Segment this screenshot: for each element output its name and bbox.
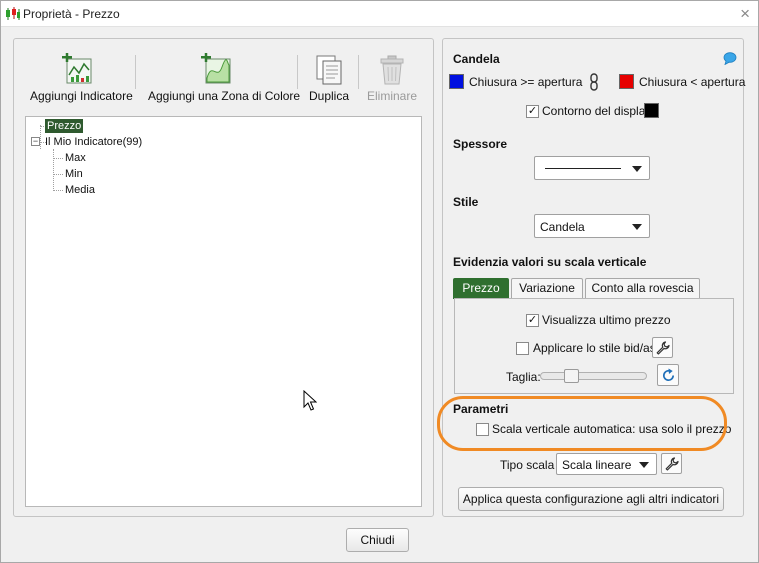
wrench-icon [665, 457, 679, 471]
show-last-price-label: Visualizza ultimo prezzo [542, 313, 671, 327]
size-label: Taglia: [506, 370, 541, 384]
scale-settings-button[interactable] [661, 453, 682, 474]
display-outline-checkbox[interactable]: ✓ [526, 105, 539, 118]
scale-type-value: Scala lineare [562, 458, 632, 472]
tree-connector [53, 149, 54, 191]
size-slider[interactable] [540, 369, 647, 383]
tree-item-max[interactable]: Max [65, 152, 86, 164]
outline-color-swatch[interactable] [644, 103, 659, 118]
show-last-price-checkbox[interactable]: ✓ [526, 314, 539, 327]
display-outline-label: Contorno del display [542, 104, 652, 118]
tree-item-average[interactable]: Media [65, 184, 95, 196]
add-indicator-icon [62, 53, 92, 84]
reset-size-button[interactable] [657, 364, 679, 386]
close-icon[interactable]: × [740, 4, 750, 24]
add-color-zone-icon [201, 53, 231, 84]
add-color-zone-label: Aggiungi una Zona di Colore [148, 89, 301, 103]
tab-change[interactable]: Variazione [511, 278, 583, 299]
style-dropdown-value: Candela [540, 220, 585, 234]
chevron-down-icon [639, 462, 649, 468]
tab-price[interactable]: Prezzo [453, 278, 509, 299]
tree-connector [53, 158, 63, 159]
wrench-icon [656, 341, 670, 355]
title-bar: Proprietà - Prezzo × [1, 1, 758, 27]
thickness-dropdown[interactable] [534, 156, 650, 180]
candlestick-app-icon [6, 7, 20, 20]
line-thickness-preview [545, 168, 621, 169]
add-indicator-label: Aggiungi Indicatore [30, 89, 133, 103]
link-chain-icon[interactable] [588, 73, 600, 91]
elements-tree: Prezzo − Il Mio Indicatore(99) Max Min M… [25, 116, 422, 507]
highlight-annotation-ring [437, 396, 727, 451]
add-indicator-button[interactable]: Aggiungi Indicatore [30, 39, 133, 105]
delete-label: Eliminare [366, 89, 417, 103]
style-dropdown[interactable]: Candela [534, 214, 650, 238]
duplicate-label: Duplica [308, 89, 350, 103]
thickness-section-title: Spessore [453, 137, 508, 151]
apply-to-other-indicators-button[interactable]: Applica questa configurazione agli altri… [458, 487, 724, 511]
mouse-pointer-icon [303, 390, 317, 411]
bid-ask-settings-button[interactable] [652, 337, 673, 358]
highlight-section-title: Evidenzia valori su scala verticale [453, 255, 647, 269]
scale-type-dropdown[interactable]: Scala lineare [556, 453, 657, 475]
tree-item-min[interactable]: Min [65, 168, 83, 180]
delete-button[interactable]: Eliminare [366, 39, 418, 105]
close-gte-open-color-swatch[interactable] [449, 74, 464, 89]
tree-item-indicator[interactable]: Il Mio Indicatore(99) [45, 136, 142, 148]
toolbar-separator [358, 55, 359, 89]
elements-panel: Aggiungi Indicatore Aggiungi una Zona di… [13, 38, 434, 517]
tree-connector [53, 190, 63, 191]
close-lt-open-color-swatch[interactable] [619, 74, 634, 89]
help-bubble-icon[interactable] [723, 52, 737, 65]
properties-dialog: Proprietà - Prezzo × Aggiungi Indicatore [0, 0, 759, 563]
duplicate-icon [316, 55, 342, 85]
bid-ask-style-label: Applicare lo stile bid/ask [533, 341, 662, 355]
chevron-down-icon [632, 166, 642, 172]
tab-countdown[interactable]: Conto alla rovescia [585, 278, 700, 299]
tree-connector [40, 125, 41, 149]
chevron-down-icon [632, 224, 642, 230]
candle-section-title: Candela [453, 52, 500, 66]
close-lt-open-label: Chiusura < apertura [639, 75, 746, 89]
style-section-title: Stile [453, 195, 479, 209]
collapse-icon[interactable]: − [31, 137, 40, 146]
duplicate-button[interactable]: Duplica [303, 39, 355, 105]
scale-type-label: Tipo scala [500, 458, 555, 472]
close-button[interactable]: Chiudi [346, 528, 409, 552]
bid-ask-style-checkbox[interactable] [516, 342, 529, 355]
size-slider-thumb[interactable] [564, 369, 579, 383]
tree-connector [53, 174, 63, 175]
window-title: Proprietà - Prezzo [23, 7, 120, 21]
tree-item-price[interactable]: Prezzo [45, 119, 84, 133]
add-color-zone-button[interactable]: Aggiungi una Zona di Colore [148, 39, 301, 105]
toolbar-separator [297, 55, 298, 89]
close-gte-open-label: Chiusura >= apertura [469, 75, 583, 89]
toolbar-separator [135, 55, 136, 89]
trash-icon [380, 55, 404, 85]
reset-icon [662, 368, 675, 381]
